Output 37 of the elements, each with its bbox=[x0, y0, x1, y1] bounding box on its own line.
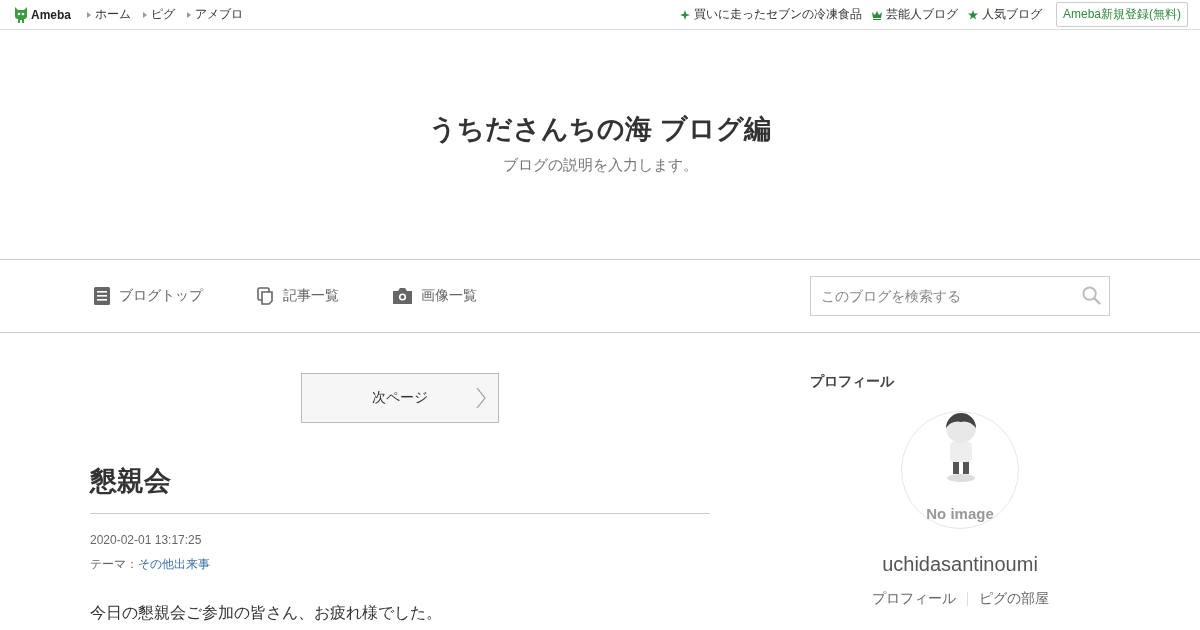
avatar-caption: No image bbox=[926, 505, 994, 522]
search-icon[interactable] bbox=[1082, 286, 1101, 305]
article-date: 2020-02-01 13:17:25 bbox=[90, 533, 203, 547]
sparkle-icon bbox=[680, 9, 690, 20]
profile-name[interactable]: uchidasantinoumi bbox=[882, 553, 1038, 576]
nav-link[interactable]: ブログトップ bbox=[94, 287, 203, 305]
chevron-icon bbox=[476, 387, 486, 409]
copy-icon bbox=[257, 287, 274, 305]
mascot-icon[interactable] bbox=[14, 6, 28, 23]
signup-button[interactable]: Ameba新規登録(無料) bbox=[1056, 2, 1188, 27]
next-page-button[interactable]: 次ページ bbox=[301, 373, 499, 423]
nav-link[interactable]: 記事一覧 bbox=[257, 287, 339, 305]
blog-title[interactable]: うちださんちの海 ブログ編 bbox=[429, 112, 771, 146]
header-link[interactable]: 芸能人ブログ bbox=[886, 6, 958, 23]
caret-icon bbox=[87, 11, 91, 18]
crown-icon bbox=[872, 9, 882, 20]
search-field[interactable]: このブログを検索する bbox=[810, 276, 1110, 316]
sidebar-heading: プロフィール bbox=[810, 373, 894, 391]
theme-link[interactable]: その他出来事 bbox=[138, 557, 210, 571]
header-link[interactable]: 買いに走ったセブンの冷凍食品 bbox=[694, 6, 862, 23]
profile-link[interactable]: プロフィール bbox=[860, 590, 967, 608]
nav-link[interactable]: 画像一覧 bbox=[393, 287, 477, 305]
logo[interactable]: Ameba bbox=[31, 7, 71, 22]
article-text: 今日の懇親会ご参加の皆さん、お疲れ様でした。 bbox=[90, 603, 443, 623]
header-link[interactable]: ホーム bbox=[87, 6, 131, 23]
profile-link[interactable]: ピグの部屋 bbox=[967, 590, 1060, 608]
caret-icon bbox=[143, 11, 147, 18]
blog-description: ブログの説明を入力します。 bbox=[502, 156, 698, 175]
header-link[interactable]: ピグ bbox=[143, 6, 175, 23]
document-icon bbox=[94, 287, 110, 305]
theme-label: テーマ： bbox=[90, 557, 138, 571]
star-icon bbox=[968, 9, 978, 20]
caret-icon bbox=[187, 11, 191, 18]
camera-icon bbox=[393, 288, 412, 304]
article-title[interactable]: 懇親会 bbox=[90, 463, 710, 514]
header-link[interactable]: 人気ブログ bbox=[982, 6, 1042, 23]
header-link[interactable]: アメブロ bbox=[187, 6, 243, 23]
